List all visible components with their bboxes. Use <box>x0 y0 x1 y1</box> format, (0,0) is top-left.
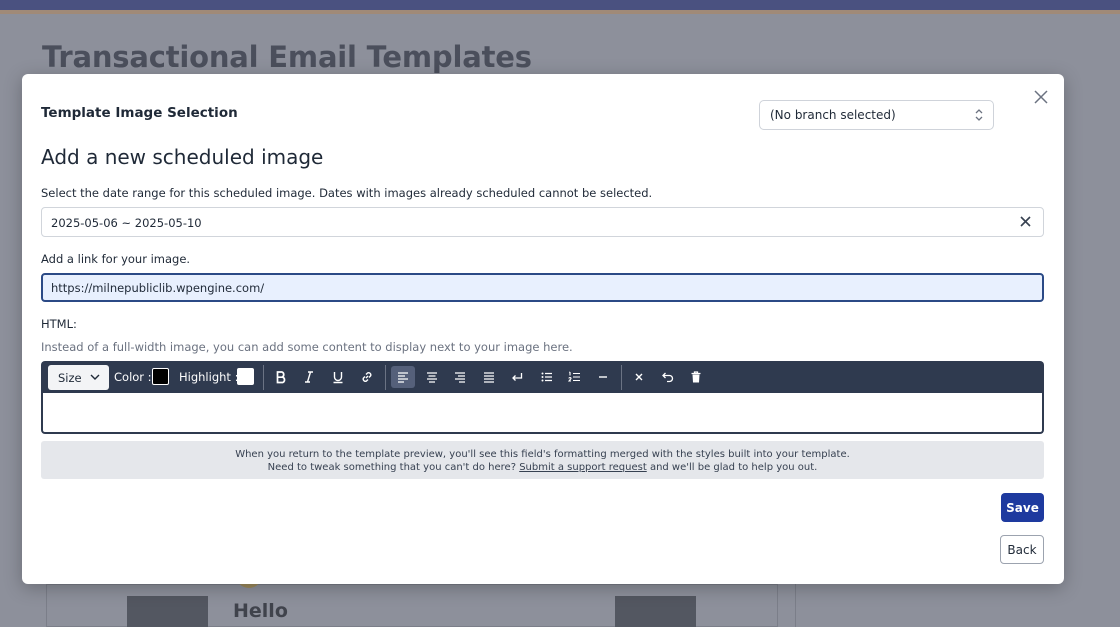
branch-select-value: (No branch selected) <box>770 108 896 122</box>
toolbar-divider <box>621 365 622 390</box>
link-icon[interactable] <box>355 366 379 388</box>
support-request-link[interactable]: Submit a support request <box>519 462 647 473</box>
text-color-swatch[interactable] <box>152 368 169 385</box>
preview-image-right <box>615 596 696 627</box>
preview-heading: Hello <box>233 600 288 622</box>
modal-heading: Template Image Selection <box>41 105 238 121</box>
italic-icon[interactable] <box>297 366 321 388</box>
align-right-icon[interactable] <box>448 366 472 388</box>
date-range-value: 2025-05-06 ~ 2025-05-10 <box>51 216 202 230</box>
html-hint: Instead of a full-width image, you can a… <box>41 340 573 354</box>
clear-date-icon[interactable] <box>1018 214 1033 229</box>
date-range-field[interactable]: 2025-05-06 ~ 2025-05-10 <box>41 207 1044 237</box>
font-size-label: Size <box>58 371 82 385</box>
undo-icon[interactable] <box>656 366 680 388</box>
bold-icon[interactable] <box>269 366 293 388</box>
top-nav-bar <box>0 0 1120 10</box>
html-editor-area[interactable] <box>41 393 1044 434</box>
back-button[interactable]: Back <box>1000 535 1044 564</box>
preview-image-left <box>127 596 208 627</box>
highlight-color-swatch[interactable] <box>237 368 254 385</box>
side-panel <box>795 584 1120 627</box>
underline-icon[interactable] <box>326 366 350 388</box>
align-left-icon[interactable] <box>391 366 415 388</box>
line-break-icon[interactable] <box>505 366 529 388</box>
section-title: Add a new scheduled image <box>41 145 324 169</box>
close-icon[interactable] <box>1032 88 1050 106</box>
select-chevron-icon <box>975 109 983 121</box>
toolbar-divider <box>385 365 386 390</box>
numbered-list-icon[interactable] <box>563 366 587 388</box>
save-button[interactable]: Save <box>1001 493 1044 522</box>
formatting-note-line1: When you return to the template preview,… <box>235 449 850 460</box>
highlight-label: Highlight : <box>179 370 239 384</box>
formatting-note-line2: Need to tweak something that you can't d… <box>41 461 1044 474</box>
note-text-before: Need to tweak something that you can't d… <box>267 462 517 473</box>
clear-format-icon[interactable] <box>627 366 651 388</box>
branch-select[interactable]: (No branch selected) <box>759 100 994 130</box>
bullet-list-icon[interactable] <box>535 366 559 388</box>
align-center-icon[interactable] <box>420 366 444 388</box>
trash-icon[interactable] <box>684 366 708 388</box>
note-text-after: and we'll be glad to help you out. <box>649 462 818 473</box>
color-label: Color : <box>114 370 152 384</box>
date-range-label: Select the date range for this scheduled… <box>41 186 653 200</box>
html-label: HTML: <box>41 317 77 331</box>
horizontal-rule-icon[interactable] <box>591 366 615 388</box>
chevron-down-icon <box>90 374 100 380</box>
formatting-note: When you return to the template preview,… <box>41 441 1044 479</box>
page-title: Transactional Email Templates <box>42 40 532 74</box>
link-input[interactable] <box>41 273 1044 302</box>
align-justify-icon[interactable] <box>477 366 501 388</box>
font-size-dropdown[interactable]: Size <box>48 365 109 390</box>
link-label: Add a link for your image. <box>41 252 191 266</box>
toolbar-divider <box>263 365 264 390</box>
